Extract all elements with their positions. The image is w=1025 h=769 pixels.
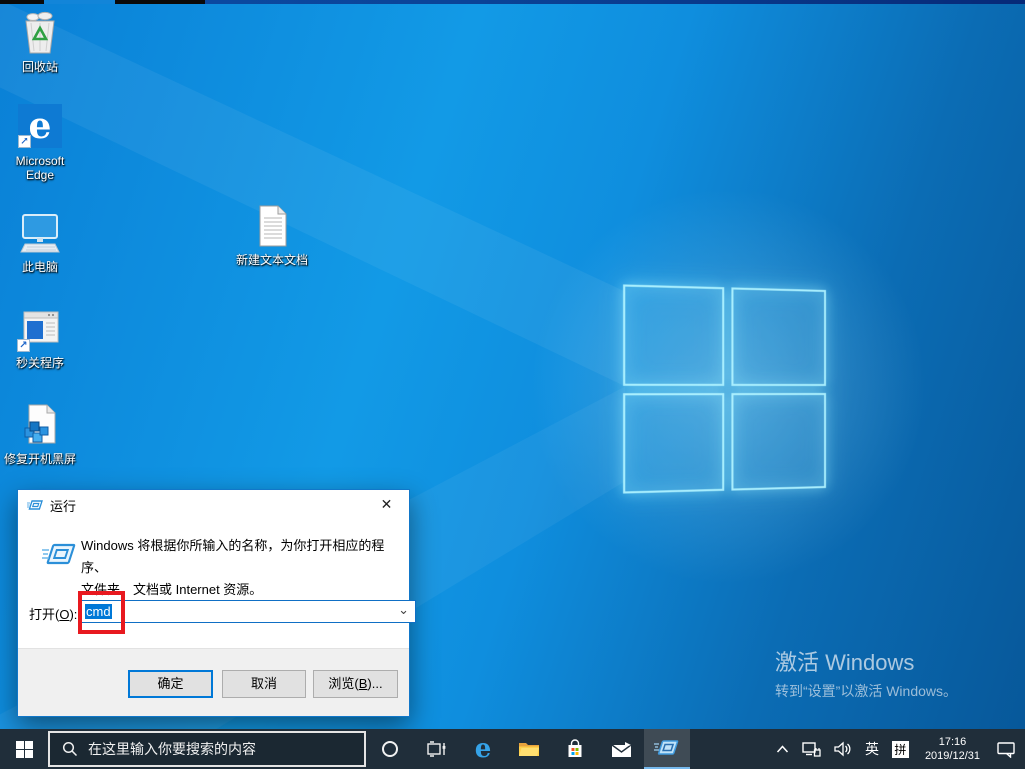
cortana-icon bbox=[381, 740, 399, 758]
desktop-icon-label: Microsoft Edge bbox=[15, 154, 65, 182]
taskbar-file-explorer-button[interactable] bbox=[506, 729, 552, 769]
run-dialog-title: 运行 bbox=[50, 498, 77, 514]
open-input[interactable]: cmd ⌄ bbox=[81, 600, 416, 623]
search-input[interactable]: 在这里输入你要搜索的内容 bbox=[48, 731, 366, 767]
start-button[interactable] bbox=[0, 729, 48, 769]
taskbar-store-button[interactable] bbox=[552, 729, 598, 769]
ime-language-button[interactable]: 英 bbox=[862, 729, 882, 769]
shortcut-arrow-icon: ↗ bbox=[17, 339, 30, 352]
microsoft-store-icon bbox=[565, 739, 585, 759]
network-tray-button[interactable] bbox=[799, 729, 824, 769]
desktop-icon-label: 此电脑 bbox=[21, 260, 58, 274]
text-document-icon bbox=[249, 203, 295, 249]
search-icon bbox=[62, 741, 78, 757]
taskbar-edge-button[interactable]: e bbox=[460, 729, 506, 769]
desktop-icon-registry-fix[interactable]: 修复开机黑屏 bbox=[2, 402, 78, 466]
desktop-icon-label: 回收站 bbox=[21, 60, 58, 74]
run-dialog: 运行 ✕ Windows 将根据你所输入的名称，为你打开相应的程序、 文件夹、文… bbox=[17, 489, 416, 717]
desktop-icon-label: 新建文本文档 bbox=[235, 253, 308, 267]
mail-icon bbox=[611, 741, 632, 758]
taskbar-spacer bbox=[690, 729, 773, 769]
wallpaper-windows-logo bbox=[623, 284, 826, 494]
run-icon bbox=[654, 737, 680, 759]
taskbar: 在这里输入你要搜索的内容 e 英 拼 17:16 2019/12/31 bbox=[0, 729, 1025, 769]
recycle-bin-icon bbox=[17, 10, 63, 56]
open-label: 打开(O): bbox=[29, 607, 78, 622]
activation-watermark-title: 激活 Windows bbox=[775, 650, 915, 675]
task-view-button[interactable] bbox=[414, 729, 460, 769]
volume-tray-button[interactable] bbox=[831, 729, 855, 769]
chevron-down-icon[interactable]: ⌄ bbox=[398, 602, 409, 618]
taskbar-run-button[interactable] bbox=[644, 729, 690, 769]
desktop-icon-microsoft-edge[interactable]: e ↗ Microsoft Edge bbox=[2, 104, 78, 182]
run-dialog-icon bbox=[27, 498, 43, 512]
this-pc-icon bbox=[17, 210, 63, 256]
edge-icon: e bbox=[474, 734, 492, 764]
activation-watermark-subtitle: 转到“设置”以激活 Windows。 bbox=[775, 683, 958, 699]
tray-chevron-button[interactable] bbox=[773, 729, 792, 769]
cortana-button[interactable] bbox=[366, 729, 414, 769]
clock-date: 2019/12/31 bbox=[924, 750, 980, 762]
run-dialog-description: Windows 将根据你所输入的名称，为你打开相应的程序、 文件夹、文档或 In… bbox=[81, 538, 385, 597]
task-view-icon bbox=[427, 740, 447, 758]
taskbar-clock[interactable]: 17:16 2019/12/31 bbox=[919, 735, 986, 763]
pinyin-ime-icon: 拼 bbox=[891, 740, 909, 758]
desktop-icon-recycle-bin[interactable]: 回收站 bbox=[2, 10, 78, 74]
open-input-value: cmd bbox=[85, 604, 112, 619]
run-icon bbox=[41, 540, 77, 570]
taskbar-mail-button[interactable] bbox=[598, 729, 644, 769]
desktop-icon-label: 秒关程序 bbox=[15, 356, 64, 370]
close-icon[interactable]: ✕ bbox=[364, 490, 409, 519]
cancel-button[interactable]: 取消 bbox=[222, 670, 306, 698]
desktop-icon-label: 修复开机黑屏 bbox=[3, 452, 76, 466]
windows-logo-pane bbox=[623, 392, 724, 494]
desktop-icon-new-text-document[interactable]: 新建文本文档 bbox=[234, 203, 310, 267]
run-dialog-titlebar[interactable]: 运行 ✕ bbox=[18, 490, 409, 520]
app-window-icon: ↗ bbox=[17, 306, 63, 352]
ok-button[interactable]: 确定 bbox=[128, 670, 213, 698]
desktop-icon-app-shortcut[interactable]: ↗ 秒关程序 bbox=[2, 306, 78, 370]
desktop: 回收站 e ↗ Microsoft Edge 此电脑 ↗ 秒关程序 修复开机黑屏… bbox=[0, 0, 1025, 729]
chevron-up-icon bbox=[776, 745, 789, 753]
action-center-icon bbox=[996, 740, 1016, 758]
screen-top-artifact bbox=[0, 0, 1025, 4]
action-center-button[interactable] bbox=[993, 729, 1019, 769]
file-explorer-icon bbox=[518, 740, 540, 758]
windows-logo-pane bbox=[730, 287, 826, 386]
system-tray: 英 拼 17:16 2019/12/31 bbox=[773, 729, 1025, 769]
browse-button[interactable]: 浏览(B)... bbox=[313, 670, 398, 698]
ime-pinyin-button[interactable]: 拼 bbox=[889, 729, 912, 769]
speaker-icon bbox=[834, 741, 852, 757]
network-icon bbox=[802, 741, 821, 758]
edge-icon: e ↗ bbox=[17, 104, 63, 150]
search-placeholder: 在这里输入你要搜索的内容 bbox=[88, 741, 256, 757]
registry-file-icon bbox=[17, 402, 63, 448]
windows-start-icon bbox=[15, 740, 33, 758]
shortcut-arrow-icon: ↗ bbox=[18, 135, 31, 148]
windows-logo-pane bbox=[730, 392, 826, 491]
clock-time: 17:16 bbox=[938, 736, 967, 748]
activation-watermark: 激活 Windows 转到“设置”以激活 Windows。 bbox=[775, 645, 957, 701]
windows-logo-pane bbox=[623, 284, 724, 386]
desktop-icon-this-pc[interactable]: 此电脑 bbox=[2, 210, 78, 274]
